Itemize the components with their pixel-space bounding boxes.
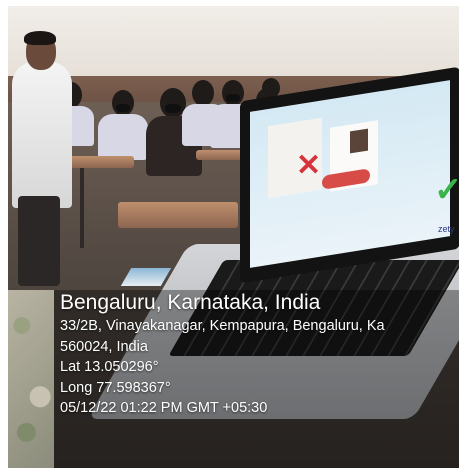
geotag-text: Bengaluru, Karnataka, India 33/2B, Vinay…: [60, 290, 451, 419]
resume-photo: [350, 128, 368, 154]
geotag-longitude: Long 77.598367°: [60, 379, 171, 396]
map-thumbnail: [8, 290, 54, 468]
geotag-address-line2: 560024, India: [60, 338, 148, 355]
geotag-city: Bengaluru, Karnataka, India: [60, 291, 321, 314]
teacher-hair: [24, 31, 56, 45]
laptop-sticker: [120, 268, 172, 286]
classroom-photo: hp ✕ ✓ zety Bengaluru, Karnataka, India …: [8, 6, 459, 468]
geotag-address-line1: 33/2B, Vinayakanagar, Kempapura, Bengalu…: [60, 318, 385, 334]
desk-leg: [80, 168, 84, 248]
teacher-trousers: [18, 196, 60, 286]
green-check-icon: ✓: [434, 171, 459, 209]
screen-brand-label: zety: [438, 224, 455, 234]
geotag-latitude: Lat 13.050296°: [60, 359, 159, 375]
teacher-shirt: [12, 62, 72, 208]
red-x-icon: ✕: [296, 149, 322, 182]
geotag-timestamp: 05/12/22 01:22 PM GMT +05:30: [60, 400, 268, 416]
